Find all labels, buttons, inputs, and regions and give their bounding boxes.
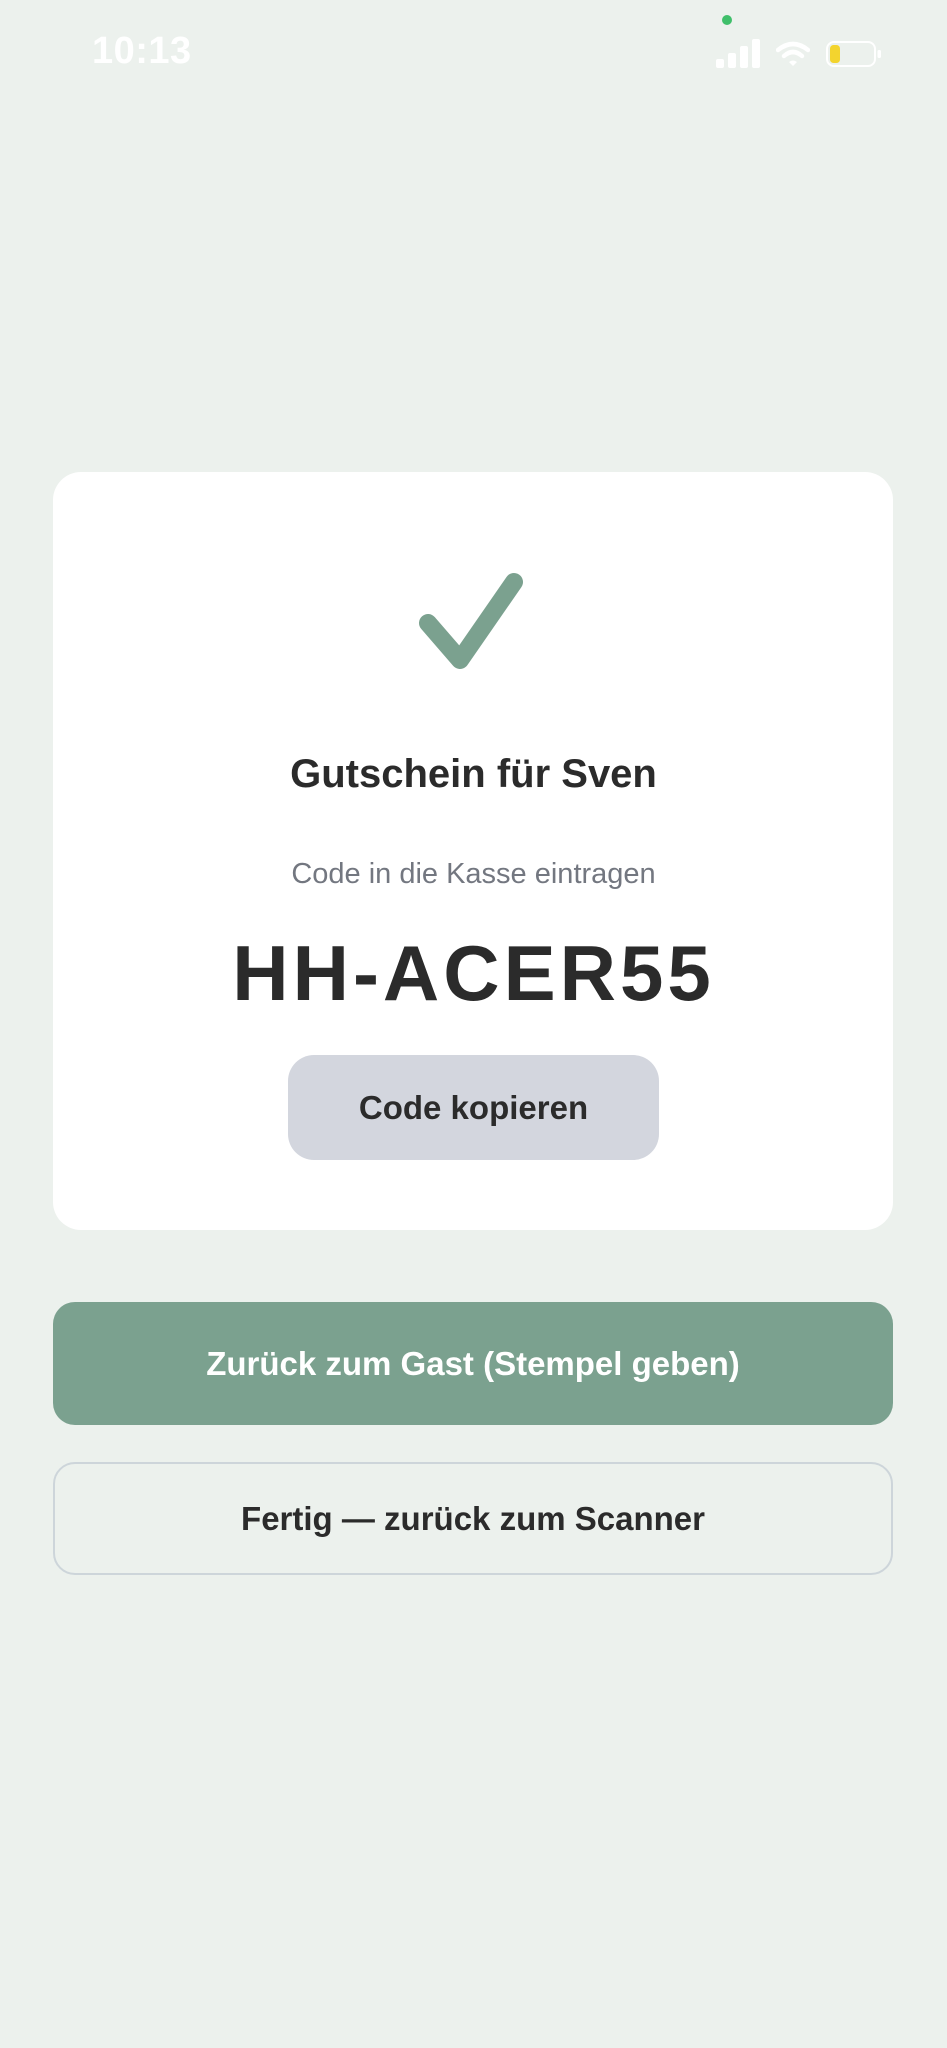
privacy-indicator-dot: [722, 15, 732, 25]
cellular-signal-icon: [716, 38, 762, 68]
status-bar: 10:13: [0, 0, 947, 110]
voucher-instruction: Code in die Kasse eintragen: [291, 858, 656, 890]
copy-code-button[interactable]: Code kopieren: [288, 1055, 659, 1160]
back-to-scanner-button[interactable]: Fertig — zurück zum Scanner: [53, 1462, 893, 1575]
checkmark-icon: [419, 573, 523, 669]
voucher-title: Gutschein für Sven: [290, 752, 657, 796]
back-to-guest-button[interactable]: Zurück zum Gast (Stempel geben): [53, 1302, 893, 1425]
wifi-icon: [776, 41, 810, 66]
voucher-code: HH-ACER55: [232, 929, 715, 1017]
battery-icon: [826, 41, 881, 67]
status-time: 10:13: [92, 30, 192, 72]
